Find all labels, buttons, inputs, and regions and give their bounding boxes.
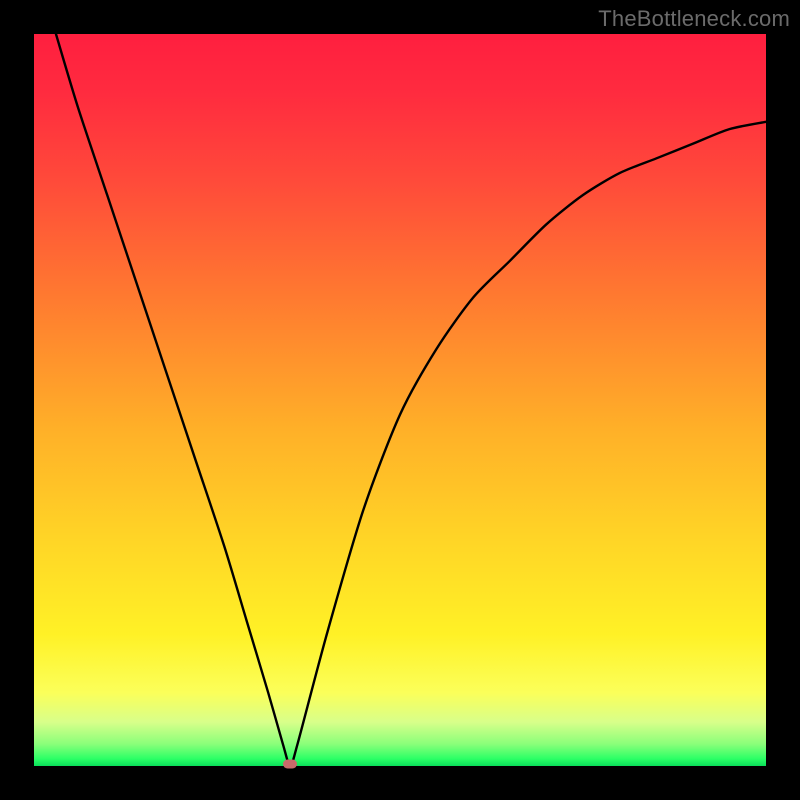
attribution-text: TheBottleneck.com bbox=[598, 6, 790, 32]
curve-layer bbox=[34, 34, 766, 766]
min-marker bbox=[283, 760, 297, 769]
chart-frame: TheBottleneck.com bbox=[0, 0, 800, 800]
plot-area bbox=[34, 34, 766, 766]
bottleneck-curve bbox=[56, 34, 766, 766]
